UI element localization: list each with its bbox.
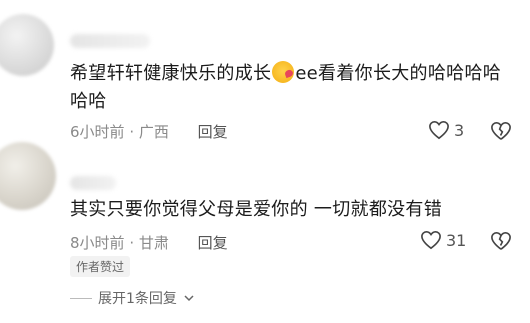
dislike-button[interactable] bbox=[490, 231, 512, 255]
kiss-face-emoji-icon bbox=[272, 61, 295, 83]
comment-location: 甘肃 bbox=[138, 234, 169, 252]
broken-heart-icon bbox=[491, 121, 511, 140]
like-count: 31 bbox=[446, 230, 467, 250]
comment-meta: 8小时前 · 甘肃 回复 bbox=[70, 234, 228, 252]
comment-meta: 6小时前 · 广西 回复 bbox=[70, 123, 228, 141]
reply-button[interactable]: 回复 bbox=[198, 234, 228, 252]
comment-location: 广西 bbox=[138, 123, 169, 141]
heart-icon bbox=[429, 120, 449, 140]
comment-text: 希望轩轩健康快乐的成长 ee看着你长大的哈哈哈哈 哈哈 bbox=[70, 61, 502, 112]
expand-replies-label: 展开1条回复 bbox=[98, 291, 177, 307]
username-blurred[interactable] bbox=[70, 34, 150, 48]
chevron-down-icon bbox=[184, 295, 194, 302]
author-liked-badge: 作者赞过 bbox=[70, 256, 131, 277]
like-button[interactable]: 3 bbox=[428, 120, 464, 140]
comment-text: 其实只要你觉得父母是爱你的 一切就都没有错 bbox=[70, 199, 443, 220]
heart-icon bbox=[421, 230, 441, 250]
dislike-button[interactable] bbox=[490, 121, 512, 145]
username-blurred[interactable] bbox=[70, 176, 116, 190]
like-count: 3 bbox=[454, 120, 465, 140]
comment-time: 8小时前 bbox=[70, 234, 125, 252]
avatar[interactable] bbox=[0, 14, 54, 76]
reply-button[interactable]: 回复 bbox=[198, 123, 228, 141]
like-button[interactable]: 31 bbox=[420, 230, 466, 250]
expand-replies-button[interactable]: 展开1条回复 bbox=[70, 288, 195, 308]
comment-time: 6小时前 bbox=[70, 123, 125, 141]
avatar[interactable] bbox=[0, 142, 56, 210]
divider-line bbox=[70, 297, 92, 299]
broken-heart-icon bbox=[491, 231, 511, 250]
